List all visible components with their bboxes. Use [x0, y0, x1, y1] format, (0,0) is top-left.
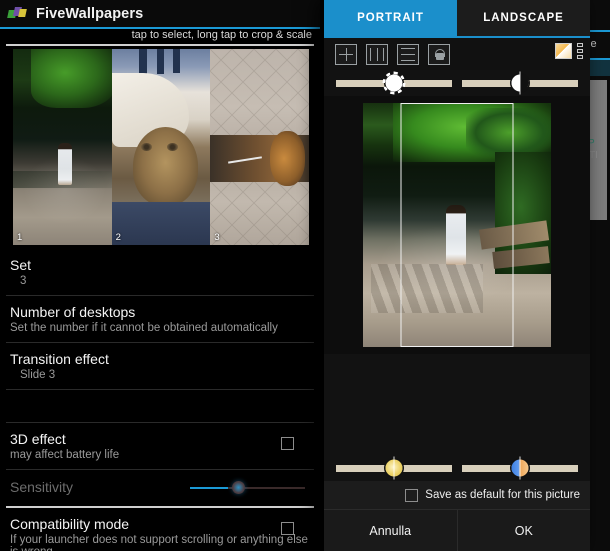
cat-face-decor	[133, 127, 199, 206]
thumbnail-index: 1	[17, 232, 23, 243]
sensitivity-slider-fill	[190, 487, 228, 489]
thumbnail-index: 3	[214, 232, 220, 243]
setting-subtitle: Set the number if it cannot be obtained …	[10, 322, 278, 334]
brightness-slider[interactable]	[336, 71, 452, 95]
lock-aspect-icon[interactable]	[428, 43, 450, 65]
setting-title: 3D effect	[10, 431, 66, 447]
setting-row-compatibility-mode[interactable]: Compatibility mode If your launcher does…	[0, 508, 320, 551]
saturation-slider-knob[interactable]	[385, 456, 403, 480]
setting-subtitle: may affect battery life	[10, 449, 120, 461]
saturation-slider[interactable]	[336, 456, 452, 480]
crop-preview-area[interactable]	[324, 96, 590, 354]
thumbnail-cat-pavement[interactable]: 3	[210, 49, 309, 245]
figure-decor	[58, 143, 73, 186]
crop-preview-image[interactable]	[363, 103, 551, 347]
stripe-decor	[157, 49, 164, 75]
page-title: FiveWallpapers	[36, 5, 144, 22]
orientation-tabs: PORTRAIT LANDSCAPE	[324, 0, 590, 36]
settings-list: Set 3 Number of desktops Set the number …	[0, 249, 320, 551]
list-gap	[0, 390, 320, 422]
contrast-slider-knob[interactable]	[511, 71, 529, 95]
setting-title: Number of desktops	[10, 304, 136, 320]
color-preview-icon[interactable]	[555, 43, 572, 59]
cat-eye-decor	[166, 143, 178, 152]
setting-subtitle: If your launcher does not support scroll…	[10, 533, 308, 551]
foliage-decor	[30, 49, 112, 108]
setting-title: Set	[10, 257, 32, 273]
setting-row-sensitivity[interactable]: Sensitivity	[0, 470, 320, 506]
tab-portrait[interactable]: PORTRAIT	[324, 0, 457, 36]
bottom-slider-row	[324, 455, 590, 481]
checkbox-compatibility-mode[interactable]	[281, 521, 294, 535]
tab-landscape[interactable]: LANDSCAPE	[457, 0, 590, 36]
dialog-spacer	[324, 354, 590, 455]
stripe-decor	[172, 49, 180, 73]
app-title-bar: FiveWallpapers	[0, 0, 320, 27]
setting-row-transition-effect[interactable]: Transition effect Slide 3	[0, 343, 320, 389]
save-default-bar: Save as default for this picture	[324, 481, 590, 509]
setting-row-set[interactable]: Set 3	[0, 249, 320, 295]
crop-scale-dialog: PORTRAIT LANDSCAPE Save as default for t…	[324, 0, 590, 551]
setting-title: Compatibility mode	[10, 515, 130, 532]
sensitivity-slider-knob[interactable]	[232, 481, 245, 494]
ok-button[interactable]: OK	[456, 510, 591, 551]
setting-title: Sensitivity	[10, 479, 74, 495]
setting-value: Slide 3	[20, 369, 56, 381]
overflow-menu-icon[interactable]	[577, 43, 583, 59]
cat-fur-decor	[269, 131, 306, 187]
setting-title: Transition effect	[10, 351, 109, 367]
setting-row-3d-effect[interactable]: 3D effect may affect battery life	[0, 423, 320, 469]
hint-bar: tap to select, long tap to crop & scale	[0, 29, 320, 46]
right-window-mini-label-2: TI	[589, 150, 598, 161]
dialog-button-bar: Annulla OK	[324, 509, 590, 551]
screen-root: FiveWallpapers tap to select, long tap t…	[0, 0, 610, 551]
checkbox-3d-effect[interactable]	[281, 437, 294, 450]
thumbnail-index: 2	[115, 232, 121, 243]
right-window-card[interactable]	[589, 58, 610, 76]
floor-decor	[111, 201, 211, 245]
temperature-slider[interactable]	[462, 456, 578, 480]
setting-value: 3	[20, 275, 27, 287]
thumbnail-cat-closeup[interactable]: 2	[111, 49, 211, 245]
top-slider-row	[324, 70, 590, 96]
wallpaper-thumbnail-strip[interactable]: 1 2 3	[13, 49, 309, 245]
setting-row-number-of-desktops[interactable]: Number of desktops Set the number if it …	[0, 296, 320, 342]
cancel-button[interactable]: Annulla	[324, 510, 457, 551]
brightness-slider-knob[interactable]	[382, 71, 406, 95]
hint-text: tap to select, long tap to crop & scale	[131, 29, 312, 41]
thumbnail-path-walk[interactable]: 1	[13, 49, 112, 245]
contrast-slider[interactable]	[462, 71, 578, 95]
fit-center-icon[interactable]	[335, 43, 357, 65]
portrait-crop-frame[interactable]	[400, 103, 514, 347]
crop-toolbar	[324, 38, 590, 70]
wallpapers-icon	[7, 7, 27, 20]
save-default-label: Save as default for this picture	[425, 489, 580, 501]
split-vertical-icon[interactable]	[366, 43, 388, 65]
split-horizontal-icon[interactable]	[397, 43, 419, 65]
temperature-slider-knob[interactable]	[511, 456, 529, 480]
hint-divider	[6, 44, 314, 46]
checkbox-save-as-default[interactable]	[405, 488, 419, 502]
toolbar-right-group	[555, 43, 583, 59]
